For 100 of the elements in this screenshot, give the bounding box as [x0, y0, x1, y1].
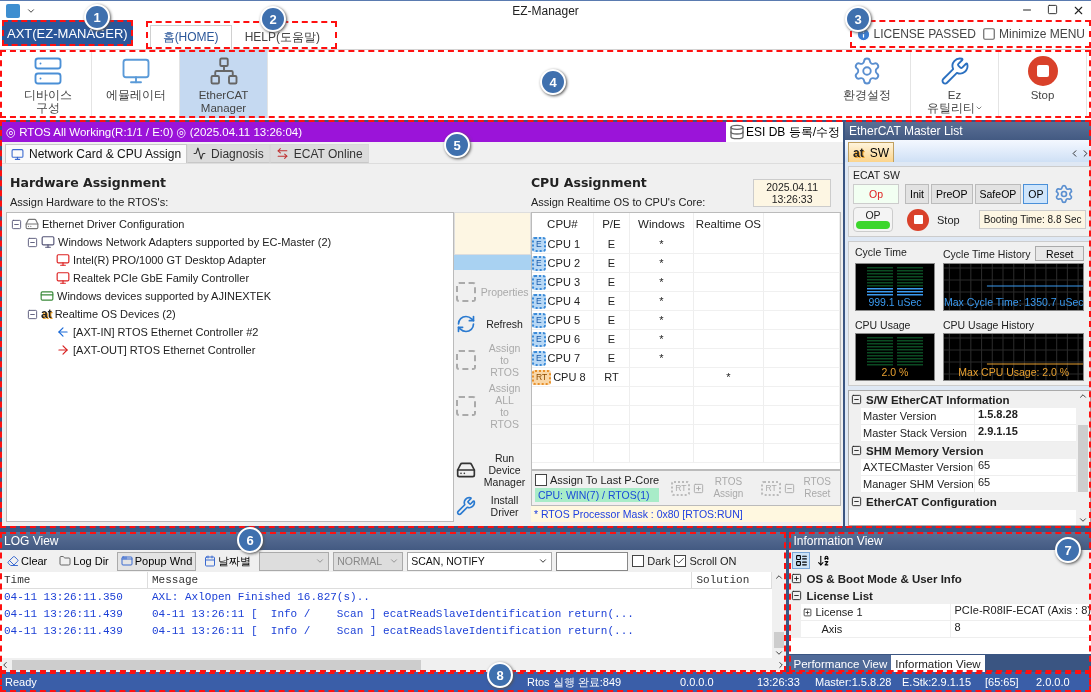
tree-item[interactable]: Windows devices supported by AJINEXTEK: [57, 290, 271, 302]
main-tab[interactable]: ECAT Online: [269, 144, 369, 163]
ribbon-status-label: LICENSE PASSED: [873, 27, 976, 41]
column-header: Message: [148, 572, 693, 589]
table-cell: *: [629, 254, 694, 273]
checkbox[interactable]: Dark: [632, 555, 671, 567]
collapse-icon[interactable]: [11, 218, 22, 230]
scroll-up-icon[interactable]: [774, 572, 785, 582]
category-row[interactable]: SHM Memory Version: [849, 442, 1077, 459]
toolbar-button[interactable]: 날짜별: [200, 551, 256, 571]
master-tab[interactable]: at SW: [848, 142, 894, 162]
log-time: 04-11 13:26:11.439: [3, 607, 124, 622]
stop-label: Stop: [937, 213, 960, 226]
state-display: Op: [853, 184, 899, 204]
column-header: Realtime OS: [693, 213, 764, 235]
toolbar-button[interactable]: Popup Wnd: [116, 551, 197, 571]
search-field[interactable]: [556, 551, 629, 571]
collapse-icon[interactable]: [27, 308, 38, 320]
op-indicator: OP: [853, 207, 893, 232]
tree-item[interactable]: Realtek PCIe GbE Family Controller: [73, 272, 250, 284]
category-row[interactable]: EtherCAT Configuration: [849, 493, 1077, 510]
state-button[interactable]: OP: [1023, 184, 1049, 204]
category-row[interactable]: OS & Boot Mode & User Info: [789, 570, 1091, 587]
stop-icon: [1027, 56, 1058, 86]
checkbox[interactable]: Assign To Last P-Core: [534, 474, 660, 486]
collapse-icon[interactable]: [27, 236, 38, 248]
computer-icon: [11, 147, 24, 161]
table-cell: E: [593, 273, 630, 292]
tree-item[interactable]: [AXT-IN] RTOS Ethernet Controller #2: [73, 326, 259, 338]
ribbon-button[interactable]: EtherCAT Manager: [180, 50, 268, 118]
view-tab[interactable]: Performance View: [789, 655, 892, 672]
mask-note: * RTOS Processor Mask : 0x80 [RTOS:RUN]: [530, 506, 841, 522]
scroll-up-icon[interactable]: [1078, 391, 1089, 401]
expand-icon[interactable]: [803, 607, 813, 617]
state-button[interactable]: Init: [905, 184, 929, 204]
group-label: ECAT SW: [853, 169, 901, 181]
tree-item[interactable]: Intel(R) PRO/1000 GT Desktop Adapter: [73, 254, 266, 266]
scrollbar-thumb[interactable]: [774, 632, 785, 648]
app-icon: [6, 3, 20, 18]
property-name: AXTECMaster Version: [861, 459, 975, 476]
chip-icon: E: [531, 350, 546, 366]
refresh-icon: [456, 314, 477, 334]
action-button[interactable]: Run Device Manager: [454, 450, 531, 490]
main-tab[interactable]: Diagnosis: [187, 144, 270, 163]
scroll-down-icon[interactable]: [774, 648, 785, 658]
state-button[interactable]: PreOP: [931, 184, 973, 204]
chip-icon: E: [531, 293, 546, 309]
table-cell: CPU 5: [547, 314, 580, 326]
table-cell: CPU 2: [547, 257, 580, 269]
status-text: 2.0.0.0: [1036, 676, 1071, 688]
state-button[interactable]: SafeOP: [974, 184, 1022, 204]
dropdown[interactable]: SCAN, NOTIFY: [407, 551, 553, 571]
ribbon-tab[interactable]: 홈(HOME): [149, 25, 232, 49]
action-button[interactable]: Install Driver: [454, 490, 531, 522]
tree-item[interactable]: Windows Network Adapters supported by EC-Master (2): [58, 236, 332, 248]
scroll-left-icon[interactable]: [0, 660, 10, 670]
toolbar-button[interactable]: Clear: [3, 551, 52, 571]
tree-item[interactable]: Realtime OS Devices (2): [54, 308, 176, 320]
log-time: 04-11 13:26:11.350: [3, 590, 124, 605]
reset-button[interactable]: Reset: [1035, 246, 1085, 261]
table-cell: E: [593, 235, 630, 254]
tree-item[interactable]: [AXT-OUT] RTOS Ethernet Controller: [73, 344, 256, 356]
table-cell: E: [593, 330, 630, 349]
meter-title: CPU Usage: [855, 319, 912, 331]
toolbar-button[interactable]: Log Dir: [55, 551, 113, 571]
settings-icon[interactable]: [1054, 184, 1075, 204]
ribbon-status-label[interactable]: Minimize MENU: [999, 27, 1085, 41]
toggle-icon[interactable]: [982, 27, 996, 41]
computer-error-icon: [56, 253, 70, 267]
chip-icon: E: [531, 236, 546, 252]
scroll-down-icon[interactable]: [1078, 515, 1089, 525]
categorized-view-icon[interactable]: [792, 551, 811, 569]
section-subtitle: Assign Hardware to the RTOS's:: [10, 196, 170, 208]
close-icon[interactable]: [1072, 4, 1085, 17]
chip-icon: E: [531, 274, 546, 290]
table-cell: [531, 406, 594, 425]
view-tab[interactable]: Information View: [891, 655, 985, 672]
checkbox[interactable]: Scroll ON: [674, 555, 737, 567]
maximize-icon[interactable]: [1047, 4, 1058, 15]
property-name: License 1: [801, 604, 952, 621]
table-cell: RT: [593, 368, 630, 387]
scrollbar-thumb[interactable]: [12, 660, 421, 670]
column-header: Time: [0, 572, 148, 589]
scrollbar[interactable]: [0, 658, 787, 672]
chip-icon: E: [531, 331, 546, 347]
tree-item[interactable]: Ethernet Driver Configuration: [42, 218, 185, 230]
scrollbar[interactable]: [1076, 391, 1091, 525]
meter-title: Cycle Time: [855, 246, 908, 260]
database-add-icon: [729, 124, 745, 140]
meter-title: Cycle Time History: [943, 247, 1031, 260]
scrollbar-thumb[interactable]: [1078, 424, 1089, 492]
action-button[interactable]: Refresh: [454, 308, 531, 340]
category-row[interactable]: S/W EtherCAT Information: [849, 391, 1077, 408]
chip-icon: RT: [531, 369, 552, 385]
stop-icon[interactable]: [907, 208, 929, 231]
main-tab[interactable]: Network Card & CPU Assign: [5, 144, 188, 163]
table-cell: E: [593, 311, 630, 330]
meter-display: 999.1 uSec: [855, 263, 935, 311]
category-row[interactable]: License List: [789, 587, 1091, 604]
placeholder-icon: [456, 350, 477, 370]
